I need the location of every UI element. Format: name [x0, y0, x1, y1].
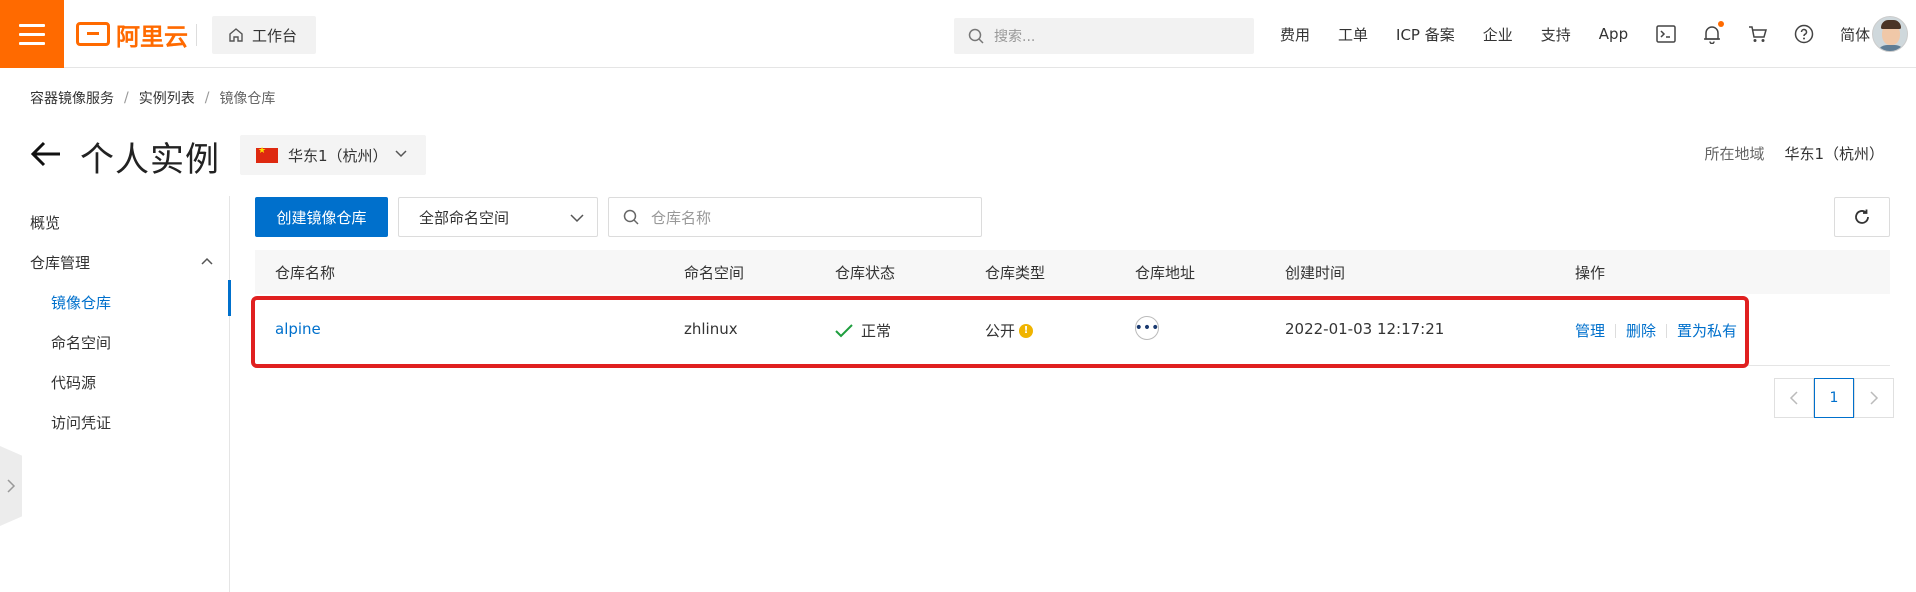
search-placeholder: 搜索...	[994, 29, 1036, 45]
sidebar-group-repo-management[interactable]: 仓库管理	[30, 252, 90, 273]
pagination: 1	[1774, 378, 1894, 418]
sidebar-item-overview[interactable]: 概览	[30, 212, 60, 233]
column-header-namespace: 命名空间	[684, 264, 745, 282]
check-icon	[835, 323, 853, 337]
repo-status: 正常	[835, 320, 891, 341]
column-header-created: 创建时间	[1285, 264, 1346, 282]
repo-type: 公开 !	[985, 320, 1034, 341]
workbench-button[interactable]: 工作台	[212, 16, 316, 54]
chevron-down-icon	[395, 150, 407, 158]
breadcrumb-item-instances[interactable]: 实例列表	[139, 88, 195, 108]
top-nav-links: 费用 工单 ICP 备案 企业 支持 App 简体	[1280, 0, 1898, 68]
sidebar-item-credentials[interactable]: 访问凭证	[51, 412, 111, 433]
repo-name-link[interactable]: alpine	[275, 320, 321, 338]
region-selected: 华东1（杭州）	[288, 146, 388, 165]
page-number-button[interactable]: 1	[1814, 378, 1854, 418]
chevron-right-icon	[1870, 391, 1879, 405]
chevron-up-icon[interactable]	[200, 254, 214, 268]
column-header-address: 仓库地址	[1135, 264, 1196, 282]
column-header-status: 仓库状态	[835, 264, 896, 282]
breadcrumb-separator: /	[124, 90, 129, 106]
notification-dot	[1718, 21, 1725, 27]
sidebar-item-namespaces[interactable]: 命名空间	[51, 332, 111, 353]
nav-link-enterprise[interactable]: 企业	[1483, 24, 1513, 45]
cart-icon[interactable]	[1748, 24, 1768, 44]
breadcrumb-item-service[interactable]: 容器镜像服务	[30, 88, 114, 108]
region-value: 华东1（杭州）	[1784, 145, 1884, 163]
user-avatar[interactable]	[1872, 16, 1908, 52]
chevron-left-icon	[1789, 391, 1798, 405]
search-icon	[623, 209, 639, 225]
action-divider	[1666, 323, 1668, 338]
repo-type-text: 公开	[985, 322, 1016, 340]
chevron-right-icon	[7, 479, 16, 493]
breadcrumb-item-current: 镜像仓库	[219, 91, 276, 107]
region-label: 所在地域	[1704, 145, 1765, 163]
delete-link[interactable]: 删除	[1626, 320, 1656, 341]
home-icon	[229, 28, 243, 42]
repo-actions: 管理 删除 置为私有	[1575, 320, 1737, 341]
top-navigation-bar: 阿里云 工作台 搜索... 费用 工单 ICP 备案 企业 支持 App 简体	[0, 0, 1916, 68]
china-flag-icon	[256, 146, 278, 163]
sidebar-expand-toggle[interactable]	[0, 446, 22, 526]
region-info: 所在地域 华东1（杭州）	[1704, 143, 1884, 164]
next-page-button[interactable]	[1854, 378, 1894, 418]
column-header-name: 仓库名称	[275, 264, 336, 282]
more-options-icon[interactable]: •••	[1135, 316, 1159, 340]
repo-status-text: 正常	[861, 322, 892, 340]
refresh-button[interactable]	[1834, 197, 1890, 237]
repository-search-placeholder: 仓库名称	[651, 208, 712, 227]
region-selector[interactable]: 华东1（杭州）	[240, 135, 426, 175]
nav-link-app[interactable]: App	[1599, 25, 1628, 43]
manage-link[interactable]: 管理	[1575, 320, 1605, 341]
repo-namespace: zhlinux	[684, 320, 738, 338]
nav-link-icp[interactable]: ICP 备案	[1396, 24, 1455, 45]
nav-link-billing[interactable]: 费用	[1280, 24, 1310, 45]
namespace-filter-value: 全部命名空间	[419, 208, 510, 227]
prev-page-button[interactable]	[1774, 378, 1814, 418]
column-header-actions: 操作	[1575, 264, 1606, 282]
set-private-link[interactable]: 置为私有	[1677, 320, 1737, 341]
repo-created-time: 2022-01-03 12:17:21	[1285, 320, 1445, 338]
workbench-label: 工作台	[252, 26, 298, 45]
sidebar-item-code-source[interactable]: 代码源	[51, 372, 96, 393]
create-repository-button[interactable]: 创建镜像仓库	[255, 197, 388, 237]
repo-address-cell: •••	[1135, 316, 1159, 340]
nav-link-support[interactable]: 支持	[1541, 24, 1571, 45]
sidebar-active-indicator	[228, 280, 231, 316]
refresh-icon	[1855, 209, 1869, 224]
aliyun-logo-mark	[76, 22, 110, 46]
table-row: alpine zhlinux 正常 公开 ! ••• 2022-01-03 12…	[255, 294, 1890, 366]
search-icon	[968, 28, 984, 44]
help-icon[interactable]	[1794, 24, 1814, 44]
column-header-type: 仓库类型	[985, 264, 1046, 282]
bell-icon[interactable]	[1702, 21, 1725, 44]
breadcrumb-separator: /	[204, 90, 210, 106]
back-arrow-icon[interactable]	[30, 140, 62, 168]
repository-search-input[interactable]: 仓库名称	[608, 197, 982, 237]
namespace-filter-select[interactable]: 全部命名空间	[398, 197, 598, 237]
terminal-icon[interactable]	[1656, 24, 1676, 44]
warning-info-icon[interactable]: !	[1019, 323, 1034, 338]
chevron-down-icon	[570, 214, 584, 223]
menu-icon[interactable]	[0, 0, 64, 68]
action-divider	[1615, 323, 1617, 338]
divider	[196, 24, 197, 46]
table-header: 仓库名称 命名空间 仓库状态 仓库类型 仓库地址 创建时间 操作	[255, 250, 1890, 294]
aliyun-logo[interactable]: 阿里云	[76, 18, 188, 51]
language-switch[interactable]: 简体	[1840, 24, 1870, 45]
breadcrumb: 容器镜像服务 / 实例列表 / 镜像仓库	[30, 88, 275, 108]
nav-link-tickets[interactable]: 工单	[1338, 24, 1368, 45]
page-title: 个人实例	[80, 140, 220, 180]
brand-name: 阿里云	[116, 22, 188, 51]
sidebar-item-image-repos[interactable]: 镜像仓库	[51, 292, 111, 313]
global-search-input[interactable]: 搜索...	[954, 18, 1254, 54]
